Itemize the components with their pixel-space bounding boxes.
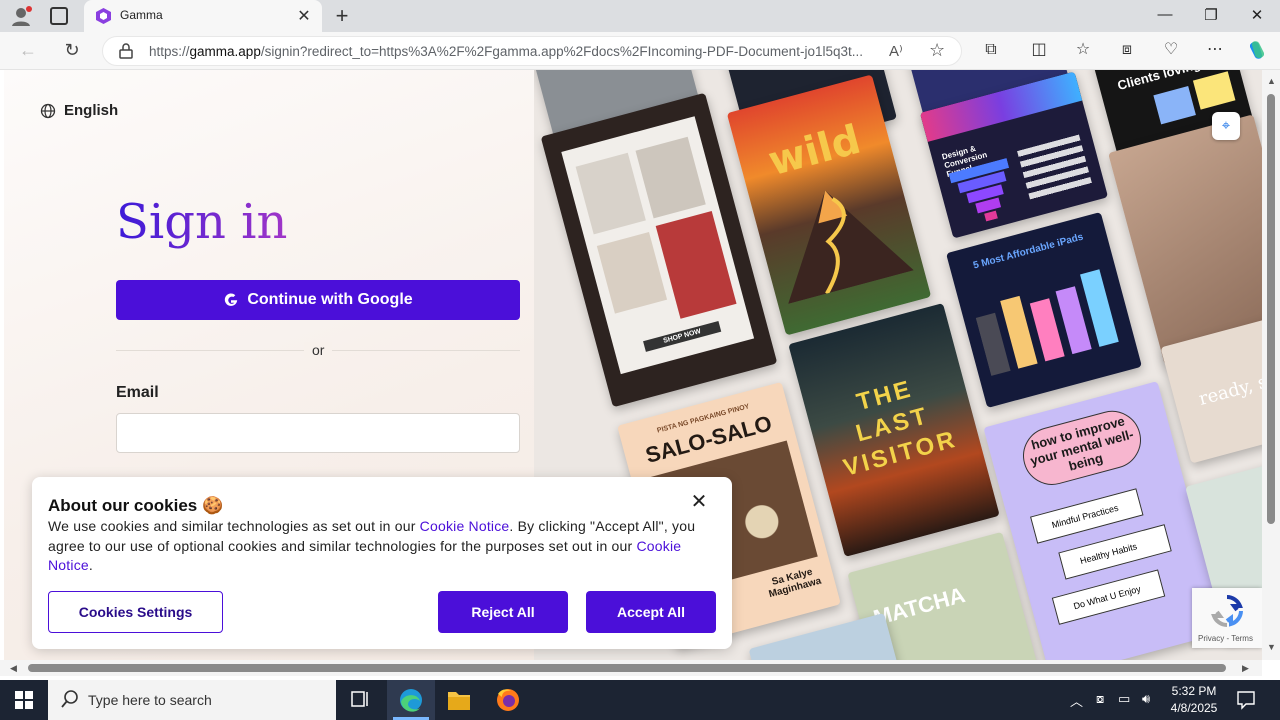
product-image [596, 231, 668, 314]
recaptcha-badge[interactable]: Privacy - Terms [1192, 588, 1262, 648]
cookies-settings-button[interactable]: Cookies Settings [48, 591, 223, 633]
or-separator: or [304, 342, 333, 358]
google-button-label: Continue with Google [247, 291, 413, 308]
matcha-title: MATCHA [870, 582, 968, 631]
firefox-icon[interactable] [484, 680, 532, 720]
address-toolbar: ← ↻ https://gamma.app/signin?redirect_to… [0, 32, 1280, 70]
mental-title: how to improve your mental well-being [1028, 413, 1136, 474]
cookie-title: About our cookies 🍪 [48, 496, 224, 515]
scroll-down-icon[interactable]: ▼ [1267, 642, 1276, 652]
clock-time: 5:32 PM [1171, 684, 1217, 698]
mountain-illustration [788, 190, 914, 304]
browser-essentials-icon[interactable]: ♡ [1160, 39, 1182, 61]
active-tab[interactable]: Gamma ✕ [84, 0, 322, 32]
clock-date: 4/8/2025 [1170, 701, 1218, 715]
ready-text: ready, se [1196, 368, 1262, 410]
profile-icon[interactable] [10, 5, 32, 27]
model-photo [655, 211, 737, 319]
meet-now-icon[interactable]: ⧇ [1096, 691, 1104, 707]
vertical-scrollbar[interactable]: ▲ ▼ [1262, 70, 1280, 660]
windows-start-icon[interactable] [0, 680, 48, 720]
continue-with-google-button[interactable]: Continue with Google [116, 280, 520, 320]
cookie-emoji-icon: 🍪 [201, 496, 224, 515]
email-field[interactable] [116, 413, 520, 453]
more-menu-icon[interactable]: ⋯ [1204, 39, 1226, 61]
taskbar-search-box[interactable]: Type here to search [48, 680, 336, 720]
gamma-favicon-icon [96, 8, 111, 24]
language-label: English [64, 102, 119, 119]
lock-icon[interactable] [119, 43, 133, 59]
volume-icon[interactable]: 🔊︎ [1142, 691, 1150, 707]
accept-all-button[interactable]: Accept All [586, 591, 716, 633]
network-icon[interactable]: ▭ [1118, 691, 1130, 707]
ipads-bars [975, 269, 1119, 376]
tab-close-icon[interactable]: ✕ [294, 6, 314, 26]
language-selector[interactable]: English [40, 102, 118, 119]
recaptcha-icon [1211, 595, 1243, 627]
email-label: Email [116, 384, 159, 401]
vertical-scroll-thumb[interactable] [1267, 94, 1275, 524]
url-text: https://gamma.app/signin?redirect_to=htt… [149, 44, 863, 59]
page-title: Sign in [116, 194, 288, 250]
back-arrow-icon[interactable]: ← [16, 40, 40, 61]
search-placeholder: Type here to search [88, 692, 212, 708]
tab-actions-icon[interactable] [50, 7, 68, 25]
minimize-button[interactable]: — [1150, 6, 1180, 23]
cookie-notice-link[interactable]: Cookie Notice [420, 518, 510, 534]
taskbar: Type here to search ︿ ⧇ ▭ 🔊︎ 5:32 PM 4/8… [0, 680, 1280, 720]
file-explorer-icon[interactable] [435, 680, 483, 720]
collections-icon[interactable]: ⧈ [1116, 39, 1138, 61]
url-field[interactable]: https://gamma.app/signin?redirect_to=htt… [102, 36, 962, 66]
cookie-body: We use cookies and similar technologies … [48, 518, 696, 573]
read-aloud-icon[interactable]: A⁾ [889, 42, 903, 60]
copilot-icon[interactable] [1246, 39, 1268, 61]
edge-icon[interactable] [387, 680, 435, 720]
new-tab-button[interactable]: + [330, 3, 354, 29]
tray-overflow-icon[interactable]: ︿ [1070, 691, 1083, 710]
collage-card-ipads: 5 Most Affordable iPads [946, 212, 1142, 408]
shop-now-text: SHOP NOW [643, 321, 722, 352]
cookie-banner: About our cookies 🍪 ✕ We use cookies and… [32, 477, 732, 649]
globe-icon [40, 103, 56, 118]
mental-item-2: Healthy Habits [1078, 541, 1139, 567]
fashion-page: SHOP NOW [561, 116, 755, 375]
reject-all-button[interactable]: Reject All [438, 591, 568, 633]
mental-item-3: Do What U Enjoy [1072, 583, 1142, 612]
tab-bar: Gamma ✕ + — ❐ ✕ [0, 0, 1280, 32]
close-window-button[interactable]: ✕ [1242, 6, 1272, 24]
sticky-note [1192, 71, 1236, 110]
salo-location: Sa Kalye Maginhawa [767, 566, 823, 601]
favorite-star-icon[interactable]: ☆ [929, 40, 945, 61]
sticky-note [1153, 86, 1196, 125]
scroll-right-icon[interactable]: ▶ [1242, 663, 1249, 674]
product-image [635, 136, 706, 219]
extensions-icon[interactable]: ⧉ [980, 39, 1002, 61]
task-view-icon[interactable] [336, 680, 384, 720]
mental-item-1: Mindful Practices [1050, 502, 1120, 531]
cookie-close-icon[interactable]: ✕ [688, 489, 710, 514]
favorites-icon[interactable]: ☆ [1072, 39, 1094, 61]
google-icon [225, 293, 238, 306]
funnel-list [1017, 134, 1093, 204]
tab-title: Gamma [120, 8, 163, 22]
product-image [575, 152, 646, 235]
recaptcha-label[interactable]: Privacy - Terms [1198, 634, 1253, 643]
split-screen-icon[interactable]: ◫ [1028, 39, 1050, 61]
refresh-icon[interactable]: ↻ [60, 40, 84, 61]
scroll-left-icon[interactable]: ◀ [10, 663, 17, 674]
horizontal-scroll-thumb[interactable] [28, 664, 1226, 672]
system-clock[interactable]: 5:32 PM 4/8/2025 [1166, 683, 1222, 717]
collage-card-last-visitor: THE LAST VISITOR [788, 303, 1000, 557]
horizontal-scrollbar[interactable]: ◀ ▶ [0, 660, 1262, 676]
search-icon [61, 690, 78, 708]
notifications-icon[interactable] [1226, 680, 1266, 720]
last-visitor-title: THE LAST VISITOR [840, 375, 961, 482]
scroll-up-icon[interactable]: ▲ [1267, 76, 1276, 86]
visual-search-icon[interactable]: ⌖ [1212, 112, 1240, 140]
restore-button[interactable]: ❐ [1196, 6, 1226, 24]
